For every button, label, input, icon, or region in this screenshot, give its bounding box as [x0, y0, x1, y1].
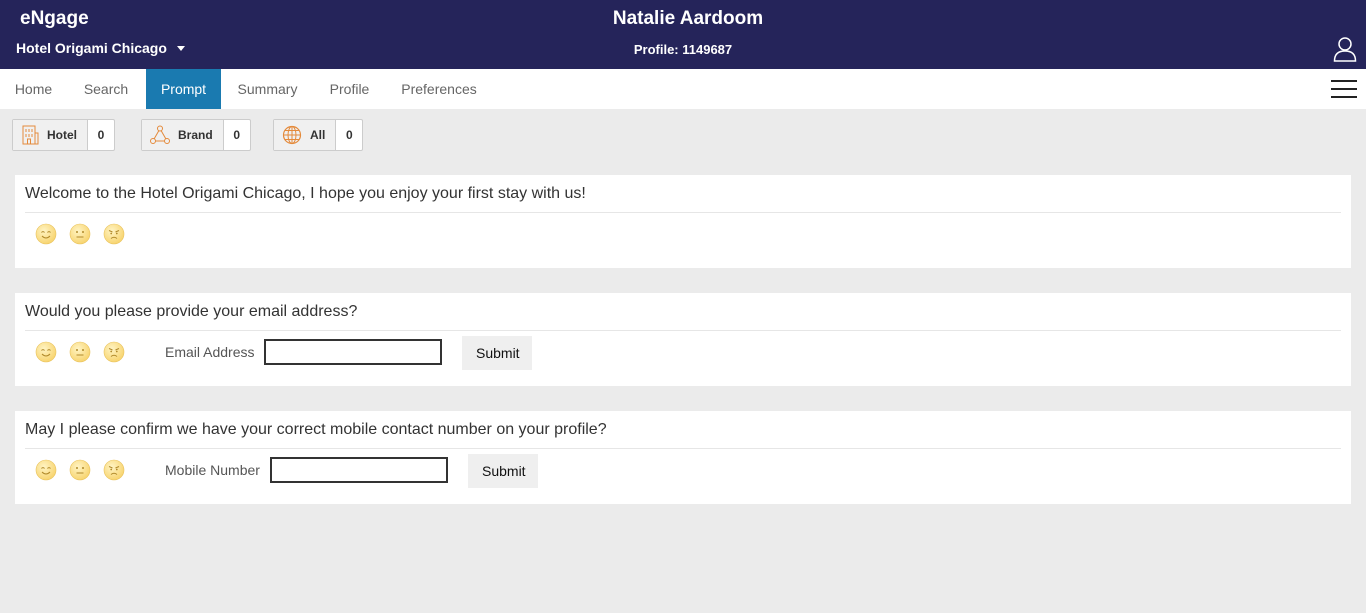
building-icon: [22, 125, 39, 145]
tab-preferences[interactable]: Preferences: [394, 69, 484, 109]
prompt-card-mobile: May I please confirm we have your correc…: [15, 411, 1351, 504]
email-field[interactable]: [264, 339, 442, 365]
tab-search[interactable]: Search: [74, 69, 138, 109]
angry-face-icon[interactable]: [103, 341, 125, 363]
angry-face-icon[interactable]: [103, 459, 125, 481]
angry-face-icon[interactable]: [103, 223, 125, 245]
profile-id: Profile: 1149687: [633, 42, 733, 57]
prompt-card-welcome: Welcome to the Hotel Origami Chicago, I …: [15, 175, 1351, 268]
filter-hotel-label: Hotel: [47, 128, 77, 142]
email-submit-button[interactable]: Submit: [462, 336, 532, 370]
filter-all-label: All: [310, 128, 326, 142]
user-icon[interactable]: [1333, 36, 1357, 62]
tab-home[interactable]: Home: [0, 69, 67, 109]
mobile-submit-button[interactable]: Submit: [468, 454, 538, 488]
tab-summary[interactable]: Summary: [229, 69, 306, 109]
tab-prompt[interactable]: Prompt: [146, 69, 221, 109]
neutral-face-icon[interactable]: [69, 223, 91, 245]
filter-brand[interactable]: Brand 0: [141, 119, 251, 151]
tab-profile[interactable]: Profile: [321, 69, 378, 109]
happy-face-icon[interactable]: [35, 223, 57, 245]
prompt-question: May I please confirm we have your correc…: [25, 421, 607, 438]
prompt-question: Would you please provide your email addr…: [25, 303, 358, 320]
main-nav: Home Search Prompt Summary Profile Prefe…: [0, 69, 1366, 109]
divider: [25, 330, 1341, 331]
filter-brand-label: Brand: [178, 128, 213, 142]
happy-face-icon[interactable]: [35, 341, 57, 363]
mobile-field-label: Mobile Number: [165, 462, 260, 478]
guest-name: Natalie Aardoom: [612, 8, 764, 29]
happy-face-icon[interactable]: [35, 459, 57, 481]
prompt-question: Welcome to the Hotel Origami Chicago, I …: [25, 185, 586, 202]
filter-hotel[interactable]: Hotel 0: [12, 119, 115, 151]
neutral-face-icon[interactable]: [69, 341, 91, 363]
top-header: eNgage Hotel Origami Chicago Natalie Aar…: [0, 0, 1366, 69]
prompt-card-email: Would you please provide your email addr…: [15, 293, 1351, 386]
divider: [25, 448, 1341, 449]
email-field-label: Email Address: [165, 344, 255, 360]
filter-hotel-count: 0: [97, 128, 105, 142]
mobile-number-field[interactable]: [270, 457, 448, 483]
neutral-face-icon[interactable]: [69, 459, 91, 481]
filter-brand-count: 0: [233, 128, 241, 142]
network-icon: [150, 125, 170, 144]
hamburger-menu-icon[interactable]: [1331, 80, 1357, 98]
globe-icon: [282, 125, 302, 145]
filter-all-count: 0: [346, 128, 353, 142]
filter-all[interactable]: All 0: [273, 119, 364, 151]
divider: [25, 212, 1341, 213]
